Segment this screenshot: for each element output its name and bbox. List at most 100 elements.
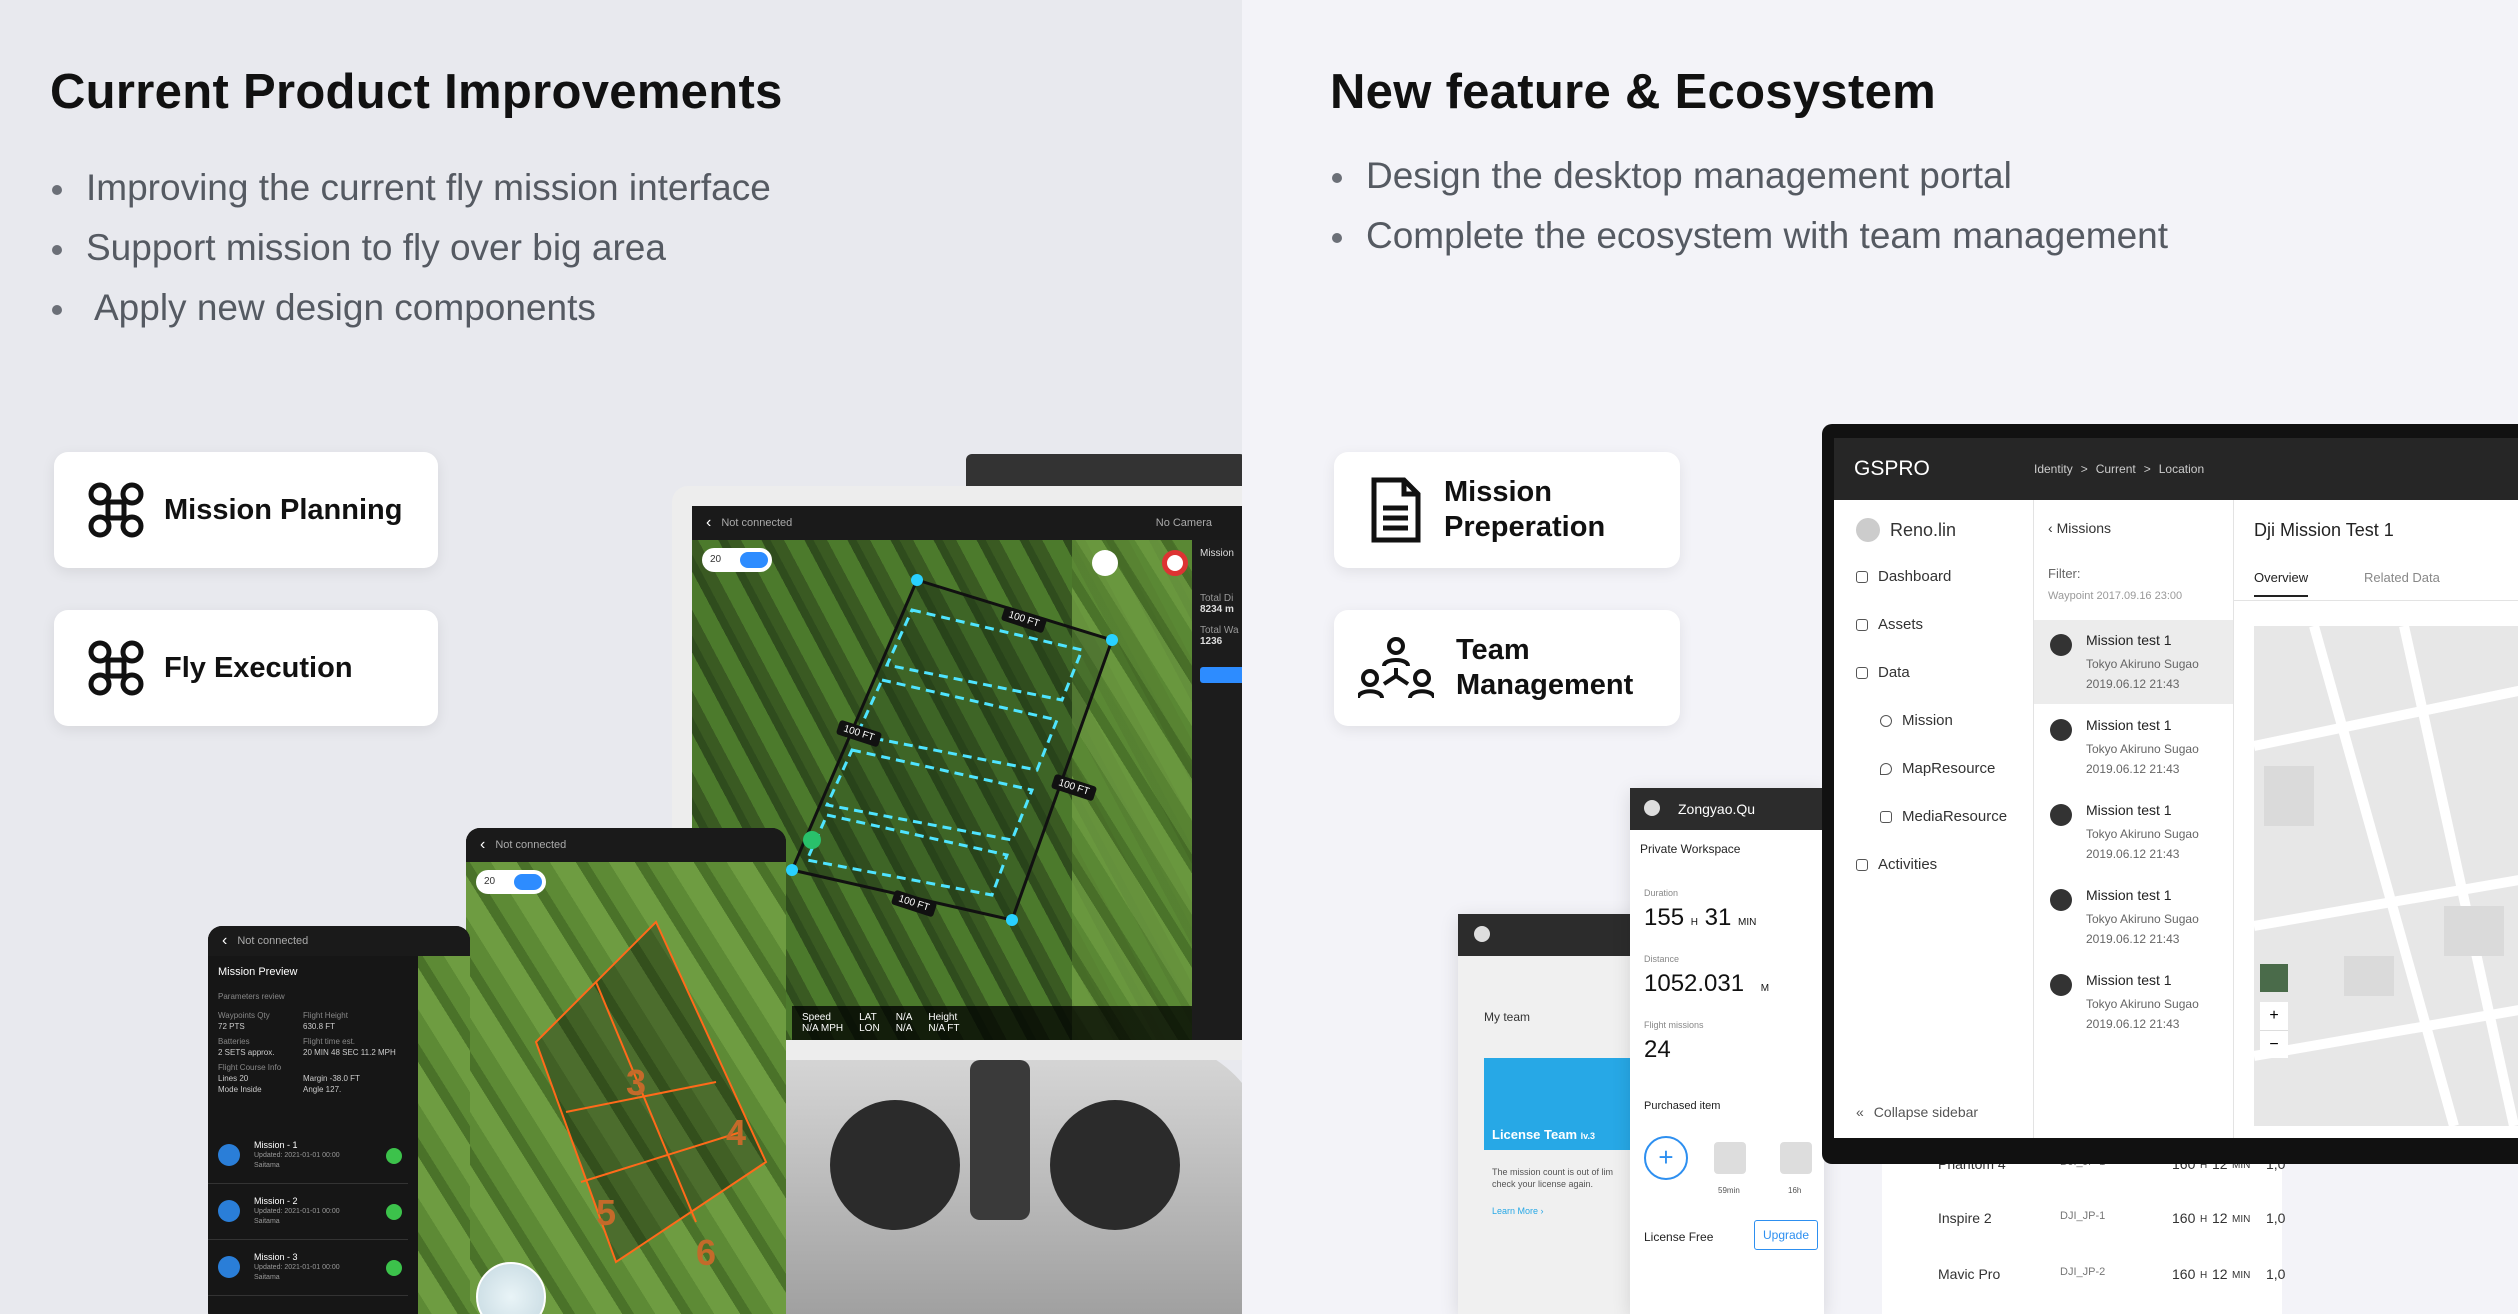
drone-hours: 160 xyxy=(2172,1210,2196,1226)
add-item-button[interactable]: + xyxy=(1644,1136,1688,1180)
filter-label: Filter: xyxy=(2048,566,2081,581)
item-time: 16h xyxy=(1788,1186,1802,1195)
mission-side-panel: Mission Total Di 8234 m Total Wa 1236 xyxy=(1192,540,1242,1040)
flight-time-value: 20 MIN 48 SEC 11.2 MPH xyxy=(303,1048,396,1057)
card-label-line2: Preperation xyxy=(1444,511,1606,543)
sidebar-item-assets[interactable]: Assets xyxy=(1856,616,1923,633)
tab-overview[interactable]: Overview xyxy=(2254,570,2309,597)
speed-value: N/A MPH xyxy=(802,1023,844,1034)
upgrade-button[interactable]: Upgrade xyxy=(1754,1220,1818,1250)
mission-icon xyxy=(218,1256,240,1278)
start-button[interactable] xyxy=(1200,667,1242,683)
total-way-label: Total Wa xyxy=(1200,625,1239,636)
mission-planning-card[interactable]: Mission Planning xyxy=(54,452,438,568)
activities-icon xyxy=(1856,858,1868,871)
missions-back-label: Missions xyxy=(2056,520,2112,536)
top-bar: GSPRO Identity > Current > Location xyxy=(1834,438,2518,500)
list-item[interactable]: Mission test 1 Tokyo Akiruno Sugao 2019.0… xyxy=(2034,620,2233,704)
collapse-sidebar-button[interactable]: « Collapse sidebar xyxy=(1856,1104,1978,1120)
lon-label: LON xyxy=(859,1023,880,1034)
total-dist-label: Total Di xyxy=(1200,593,1234,604)
list-item[interactable]: Mission test 1 Tokyo Akiruno Sugao 2019.0… xyxy=(2034,705,2233,789)
total-way-value: 1236 xyxy=(1200,636,1223,647)
duration-hours: 155 xyxy=(1644,904,1685,931)
record-icon[interactable] xyxy=(1162,550,1188,576)
my-team-label: My team xyxy=(1484,1010,1531,1024)
breadcrumb-item[interactable]: Location xyxy=(2159,462,2204,476)
back-icon[interactable]: ‹ xyxy=(222,932,227,950)
brand-suffix: PRO xyxy=(1884,457,1930,480)
user-profile[interactable]: Reno.lin xyxy=(1856,518,1956,542)
mission-updated: Updated: 2021-01-01 00:00 xyxy=(254,1152,340,1159)
mission-name: Mission - 2 xyxy=(254,1196,298,1206)
list-item[interactable]: Mission - 3 Updated: 2021-01-01 00:00 Sa… xyxy=(208,1242,408,1296)
left-panel: Current Product Improvements Improving t… xyxy=(0,0,1242,1314)
toggle-switch[interactable]: 20 xyxy=(702,548,772,572)
collapse-label: Collapse sidebar xyxy=(1873,1104,1979,1120)
mission-sub: Tokyo Akiruno Sugao 2019.06.12 21:43 xyxy=(2086,739,2199,779)
toggle-switch[interactable]: 20 xyxy=(476,870,546,894)
locate-icon[interactable] xyxy=(1092,550,1118,576)
back-icon[interactable]: ‹ xyxy=(480,836,485,854)
brand-logo: GS xyxy=(1854,457,1885,480)
license-team-name: License Team xyxy=(1492,1127,1578,1142)
tab-related-data[interactable]: Related Data xyxy=(2364,570,2440,585)
list-item[interactable]: Mission - 1 Updated: 2021-01-01 00:00 Sa… xyxy=(208,1130,408,1184)
params-right: Flight Height 630.8 FT Flight time est. … xyxy=(303,1010,413,1095)
breadcrumb-separator: > xyxy=(2143,462,2151,476)
team-icon xyxy=(1358,637,1434,699)
list-item[interactable]: Mission - 2 Updated: 2021-01-01 00:00 Sa… xyxy=(208,1186,408,1240)
mission-date: 2019.06.12 21:43 xyxy=(2086,762,2180,776)
sidebar-item-activities[interactable]: Activities xyxy=(1856,856,1937,873)
image-icon xyxy=(1880,810,1892,823)
table-row[interactable]: Inspire 2 DJI_JP-1 160 H 12 MIN 1,0 xyxy=(1882,1210,2285,1240)
mission-title: Mission test 1 xyxy=(2086,717,2172,733)
height-value: N/A FT xyxy=(928,1023,960,1034)
back-icon[interactable]: ‹ xyxy=(706,514,711,532)
zoom-out-button[interactable]: − xyxy=(2260,1030,2288,1058)
map-view[interactable]: + − xyxy=(2254,626,2518,1126)
sidebar: Reno.lin Dashboard Assets Data Mission M… xyxy=(1834,500,2034,1138)
list-item[interactable]: Mission test 1 Tokyo Akiruno Sugao 2019.0… xyxy=(2034,960,2233,1044)
workspace-header: Zongyao.Qu xyxy=(1630,788,1824,830)
breadcrumb-separator: > xyxy=(2080,462,2088,476)
fly-execution-card[interactable]: Fly Execution xyxy=(54,610,438,726)
aerial-map[interactable]: 3 4 5 6 20 xyxy=(466,862,786,1314)
drone-table: Phantom 4 DJI_JP-1 160 H 12 MIN 1,0 Insp… xyxy=(1882,1150,2285,1314)
breadcrumb-item[interactable]: Current xyxy=(2096,462,2136,476)
sidebar-item-mediaresource[interactable]: MediaResource xyxy=(1880,808,2007,825)
check-icon xyxy=(386,1260,402,1276)
mission-sub: Tokyo Akiruno Sugao 2019.06.12 21:43 xyxy=(2086,909,2199,949)
min-unit: MIN xyxy=(2232,1270,2251,1281)
tablet-status-bar: ‹ Not connected No Camera xyxy=(692,506,1242,540)
user-icon xyxy=(1474,926,1490,942)
list-item[interactable]: Mission test 1 Tokyo Akiruno Sugao 2019.0… xyxy=(2034,790,2233,874)
area-number: 5 xyxy=(596,1192,617,1233)
team-phone: My team License Team lv.3 The mission co… xyxy=(1458,914,1658,1314)
zoom-in-button[interactable]: + xyxy=(2260,1002,2288,1030)
team-management-card[interactable]: Team Management xyxy=(1334,610,1680,726)
sidebar-item-dashboard[interactable]: Dashboard xyxy=(1856,568,1951,585)
collapse-icon: « xyxy=(1856,1104,1864,1120)
learn-more-link[interactable]: Learn More › xyxy=(1492,1206,1544,1216)
list-item[interactable]: Mission test 1 Tokyo Akiruno Sugao 2019.0… xyxy=(2034,875,2233,959)
pin-icon xyxy=(1880,762,1892,775)
mission-preperation-card[interactable]: Mission Preperation xyxy=(1334,452,1680,568)
map-thumbnail[interactable] xyxy=(2260,964,2288,992)
mission-list: ‹ Missions Filter: Waypoint 2017.09.16 2… xyxy=(2034,500,2234,1138)
card-label: Mission Preperation xyxy=(1444,475,1605,545)
layers-icon[interactable] xyxy=(1714,1142,1746,1174)
sidebar-item-mapresource[interactable]: MapResource xyxy=(1880,760,1995,777)
missions-back-button[interactable]: ‹ Missions xyxy=(2048,520,2111,536)
table-row[interactable]: Mavic Pro DJI_JP-2 160 H 12 MIN 1,0 xyxy=(1882,1266,2285,1296)
mission-location: Tokyo Akiruno Sugao xyxy=(2086,912,2199,926)
mission-place: Saitama xyxy=(254,1218,280,1225)
home-icon xyxy=(1856,570,1868,583)
sidebar-item-mission[interactable]: Mission xyxy=(1880,712,1953,729)
sidebar-item-data[interactable]: Data xyxy=(1856,664,1910,681)
phone-clamp xyxy=(970,1060,1030,1220)
sdk-icon[interactable] xyxy=(1780,1142,1812,1174)
mission-updated: Updated: 2021-01-01 00:00 xyxy=(254,1208,340,1215)
breadcrumb-item[interactable]: Identity xyxy=(2034,462,2073,476)
mission-sub: Tokyo Akiruno Sugao 2019.06.12 21:43 xyxy=(2086,994,2199,1034)
